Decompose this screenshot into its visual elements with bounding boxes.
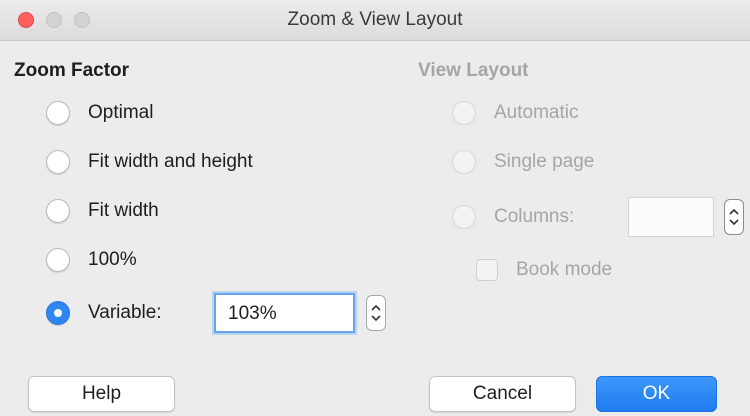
cancel-button[interactable]: Cancel <box>429 376 576 412</box>
radio-button[interactable] <box>46 101 70 125</box>
radio-button[interactable] <box>452 101 476 125</box>
radio-button-selected[interactable] <box>46 301 70 325</box>
radio-label: Fit width and height <box>88 151 253 172</box>
radio-label: Columns: <box>494 206 575 227</box>
radio-variable[interactable]: Variable: <box>46 298 162 328</box>
book-mode-checkbox-row[interactable]: Book mode <box>476 259 612 281</box>
view-layout-heading: View Layout <box>418 60 529 81</box>
radio-button[interactable] <box>46 199 70 223</box>
help-button[interactable]: Help <box>28 376 175 412</box>
radio-label: Variable: <box>88 302 162 323</box>
window-title: Zoom & View Layout <box>287 9 463 30</box>
radio-label: Automatic <box>494 102 579 123</box>
radio-fit-width[interactable]: Fit width <box>46 196 159 226</box>
columns-input[interactable] <box>628 197 714 237</box>
radio-fit-width-and-height[interactable]: Fit width and height <box>46 147 253 177</box>
radio-label: Optimal <box>88 102 154 123</box>
book-mode-checkbox[interactable] <box>476 259 498 281</box>
radio-button[interactable] <box>46 150 70 174</box>
book-mode-label: Book mode <box>516 259 613 280</box>
variable-zoom-input[interactable]: 103% <box>214 293 355 333</box>
stepper-arrows-icon <box>371 304 381 322</box>
columns-stepper[interactable] <box>724 199 744 235</box>
variable-zoom-stepper[interactable] <box>366 295 386 331</box>
radio-label: 100% <box>88 249 137 270</box>
radio-single-page[interactable]: Single page <box>452 147 594 177</box>
radio-button[interactable] <box>46 248 70 272</box>
radio-label: Fit width <box>88 200 159 221</box>
radio-columns[interactable]: Columns: <box>452 202 574 232</box>
radio-optimal[interactable]: Optimal <box>46 98 153 128</box>
radio-100-percent[interactable]: 100% <box>46 245 137 275</box>
zoom-factor-heading: Zoom Factor <box>14 60 130 81</box>
title-bar: Zoom & View Layout <box>0 0 750 41</box>
radio-button[interactable] <box>452 205 476 229</box>
stepper-arrows-icon <box>729 208 739 226</box>
radio-automatic[interactable]: Automatic <box>452 98 578 128</box>
radio-button[interactable] <box>452 150 476 174</box>
ok-button[interactable]: OK <box>596 376 717 412</box>
radio-label: Single page <box>494 151 595 172</box>
